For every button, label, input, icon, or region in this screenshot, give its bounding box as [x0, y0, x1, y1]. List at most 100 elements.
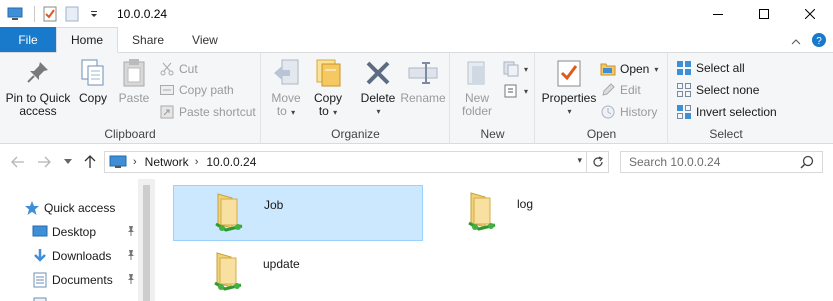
- new-group-label: New: [480, 127, 505, 141]
- open-button[interactable]: Open ▾: [600, 59, 658, 79]
- collapse-ribbon-icon[interactable]: [791, 35, 801, 49]
- search-input[interactable]: [621, 155, 791, 169]
- select-none-button[interactable]: Select none: [676, 80, 759, 100]
- search-box[interactable]: [620, 151, 823, 173]
- qat-separator: [34, 6, 35, 22]
- new-item-button[interactable]: ▾: [503, 59, 528, 79]
- new-folder-button[interactable]: New folder: [455, 57, 499, 118]
- help-icon[interactable]: ?: [811, 32, 827, 51]
- new-folder-label-line2: folder: [461, 104, 493, 118]
- address-dropdown-icon[interactable]: ▾: [577, 155, 582, 166]
- up-arrow-icon[interactable]: [82, 154, 98, 170]
- search-icon[interactable]: [800, 155, 814, 172]
- computer-icon[interactable]: [6, 5, 24, 23]
- breadcrumb-chevron-icon[interactable]: ›: [195, 156, 199, 168]
- pin-icon[interactable]: [126, 249, 136, 264]
- tab-file[interactable]: File: [0, 27, 56, 52]
- clipboard-group-label: Clipboard: [104, 127, 156, 141]
- nav-item-label: Quick access: [44, 201, 116, 215]
- edit-label: Edit: [620, 83, 641, 97]
- paste-shortcut-icon: [159, 104, 175, 120]
- delete-x-icon: [362, 57, 394, 89]
- copy-label: Copy: [78, 91, 107, 105]
- folder-tile-job[interactable]: Job: [173, 185, 423, 241]
- window-controls: [695, 0, 833, 28]
- properties-check-icon[interactable]: [41, 5, 59, 23]
- invert-selection-button[interactable]: Invert selection: [676, 102, 777, 122]
- pin-label-line2: access: [19, 104, 57, 118]
- copy-to-icon: [312, 57, 344, 89]
- folder-name: update: [263, 257, 300, 271]
- folder-tile-update[interactable]: update: [173, 245, 423, 301]
- refresh-icon[interactable]: [586, 152, 608, 172]
- folder-tile-log[interactable]: log: [427, 185, 677, 241]
- breadcrumb-current[interactable]: 10.0.0.24: [206, 155, 256, 169]
- title-bar: 10.0.0.24: [0, 0, 833, 28]
- minimize-button[interactable]: [695, 0, 741, 28]
- copy-to-label-line2: to ▾: [318, 104, 338, 118]
- tab-share[interactable]: Share: [118, 27, 178, 52]
- rename-label: Rename: [400, 91, 446, 105]
- scrollbar-thumb[interactable]: [143, 185, 150, 301]
- properties-button[interactable]: Properties ▾: [540, 57, 598, 118]
- rename-button[interactable]: Rename: [400, 57, 446, 105]
- tab-view[interactable]: View: [178, 27, 232, 52]
- pin-to-quick-access-button[interactable]: Pin to Quick access: [4, 57, 72, 118]
- cut-label: Cut: [179, 62, 198, 76]
- download-icon: [32, 248, 48, 264]
- breadcrumb-chevron-icon[interactable]: ›: [133, 156, 137, 168]
- open-group-label: Open: [586, 127, 617, 141]
- address-bar[interactable]: › Network › 10.0.0.24 ▾: [104, 151, 609, 173]
- move-to-label-line2: to ▾: [276, 104, 296, 118]
- paste-label: Paste: [118, 91, 150, 105]
- nav-item-downloads[interactable]: Downloads: [32, 244, 138, 268]
- breadcrumb-network[interactable]: Network: [145, 155, 189, 169]
- navpane-scrollbar[interactable]: [138, 179, 155, 301]
- nav-item-documents[interactable]: Documents: [32, 268, 138, 292]
- maximize-button[interactable]: [741, 0, 787, 28]
- move-to-button[interactable]: Move to ▾: [266, 57, 306, 119]
- open-label: Open: [620, 62, 650, 76]
- forward-arrow-icon[interactable]: [36, 154, 52, 170]
- open-folder-icon: [600, 61, 616, 77]
- paste-shortcut-button[interactable]: Paste shortcut: [159, 102, 256, 122]
- copy-to-button[interactable]: Copy to ▾: [308, 57, 348, 119]
- cut-button[interactable]: Cut: [159, 59, 198, 79]
- paste-button[interactable]: Paste: [114, 57, 154, 105]
- tab-right-controls: ?: [791, 32, 827, 51]
- scissors-icon: [159, 61, 175, 77]
- copy-icon: [77, 57, 109, 89]
- select-group-label: Select: [709, 127, 743, 141]
- pin-icon[interactable]: [126, 273, 136, 288]
- svg-text:?: ?: [816, 36, 822, 47]
- recent-locations-icon[interactable]: [60, 154, 76, 170]
- new-group: New folder ▾ ▾ New: [451, 53, 535, 144]
- edit-button[interactable]: Edit: [600, 80, 641, 100]
- qat-customize-icon[interactable]: [85, 5, 103, 23]
- select-none-label: Select none: [696, 83, 760, 97]
- nav-item-label: Downloads: [52, 249, 112, 263]
- tab-home[interactable]: Home: [56, 27, 119, 53]
- network-folder-icon: [212, 190, 248, 236]
- new-folder-qat-icon[interactable]: [63, 5, 81, 23]
- delete-button[interactable]: Delete ▾: [358, 57, 398, 118]
- quick-access-toolbar: [0, 0, 107, 28]
- network-folder-icon: [465, 189, 501, 235]
- select-all-icon: [676, 60, 692, 76]
- history-button[interactable]: History: [600, 102, 657, 122]
- pin-icon: [22, 57, 54, 89]
- nav-item-label: Documents: [52, 273, 113, 287]
- back-arrow-icon[interactable]: [10, 154, 26, 170]
- open-group: Properties ▾ Open ▾ Edit History Open: [536, 53, 668, 144]
- nav-item-partial: [32, 292, 138, 301]
- copy-button[interactable]: Copy: [74, 57, 112, 105]
- easy-access-button[interactable]: ▾: [503, 81, 528, 101]
- network-folder-icon: [211, 249, 247, 295]
- history-icon: [600, 104, 616, 120]
- copy-path-button[interactable]: Copy path: [159, 80, 234, 100]
- pin-icon[interactable]: [126, 225, 136, 240]
- close-button[interactable]: [787, 0, 833, 28]
- select-all-button[interactable]: Select all: [676, 58, 745, 78]
- nav-item-desktop[interactable]: Desktop: [32, 220, 138, 244]
- desktop-icon: [32, 224, 48, 240]
